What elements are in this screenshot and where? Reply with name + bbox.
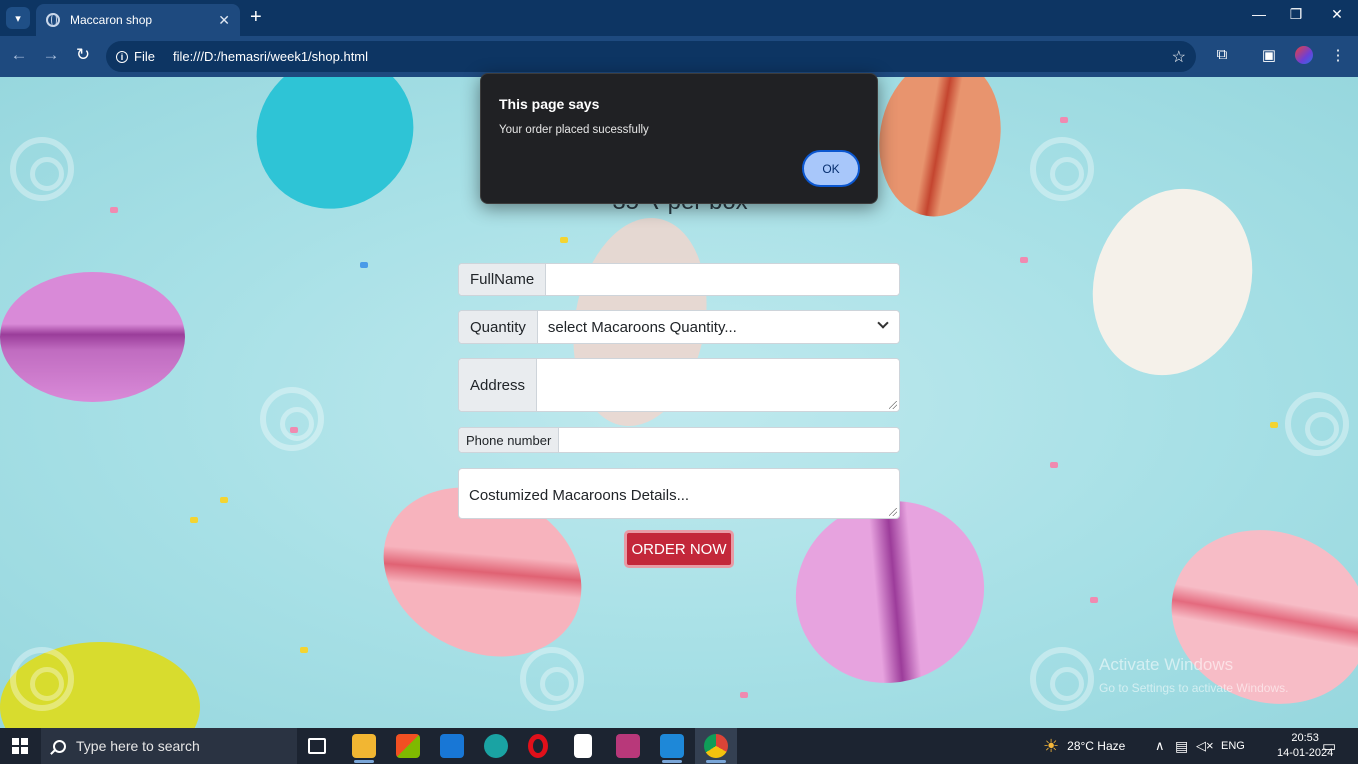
windows-start-icon[interactable] <box>12 738 28 754</box>
vscode-icon[interactable] <box>660 734 684 763</box>
watermark-logo-icon <box>520 647 584 711</box>
sprinkle <box>220 497 228 503</box>
quantity-label: Quantity <box>459 311 538 343</box>
fullname-group: FullName <box>458 263 900 296</box>
activate-windows-subtitle: Go to Settings to activate Windows. <box>1099 681 1289 695</box>
resize-grip-icon[interactable] <box>889 508 897 516</box>
phone-label: Phone number <box>459 428 560 452</box>
windows-taskbar: Type here to search ☀ 28°C Haze ∧ ▤ ◁× E… <box>0 728 1358 764</box>
opera-icon[interactable] <box>528 734 548 758</box>
sprinkle <box>1270 422 1278 428</box>
sprinkle <box>1020 257 1028 263</box>
macaron-purple-image <box>0 272 185 402</box>
watermark-logo-icon <box>1030 137 1094 201</box>
microsoft-store-icon[interactable] <box>396 734 420 758</box>
globe-icon <box>46 13 60 27</box>
forward-icon[interactable]: → <box>40 45 62 65</box>
phone-input[interactable] <box>559 428 899 452</box>
restore-icon[interactable]: ❐ <box>1284 6 1308 23</box>
weather-widget[interactable]: ☀ 28°C Haze <box>1043 728 1125 764</box>
chrome-icon[interactable] <box>704 734 728 763</box>
notepad-icon[interactable] <box>574 734 592 758</box>
back-icon[interactable]: ← <box>8 45 30 65</box>
weather-text: 28°C Haze <box>1067 739 1126 753</box>
sprinkle <box>740 692 748 698</box>
address-group: Address <box>458 358 900 412</box>
chevron-down-icon <box>877 317 889 329</box>
notifications-icon[interactable]: ▭ <box>1322 728 1336 764</box>
sprinkle <box>360 262 368 268</box>
sprinkle <box>1050 462 1058 468</box>
quantity-select[interactable]: select Macaroons Quantity... <box>537 311 899 343</box>
address-textarea[interactable] <box>537 359 899 411</box>
side-panel-icon[interactable]: ▣ <box>1259 46 1279 66</box>
alert-message: Your order placed sucessfully <box>499 124 649 136</box>
haze-weather-icon: ☀ <box>1043 735 1060 756</box>
menu-dots-icon[interactable]: ⋮ <box>1328 46 1348 66</box>
network-icon[interactable]: ▤ <box>1175 728 1188 764</box>
sprinkle <box>300 647 308 653</box>
bookmark-star-icon[interactable]: ☆ <box>1172 47 1186 67</box>
quantity-group: Quantity select Macaroons Quantity... <box>458 310 900 344</box>
fullname-label: FullName <box>459 264 547 295</box>
phone-group: Phone number <box>458 427 900 453</box>
sprinkle <box>1090 597 1098 603</box>
extensions-icon[interactable]: ⧉ <box>1212 46 1232 66</box>
reload-icon[interactable]: ↻ <box>72 45 94 65</box>
activate-windows-title: Activate Windows <box>1099 655 1234 674</box>
close-window-icon[interactable]: ✕ <box>1325 6 1349 23</box>
search-icon <box>53 739 66 753</box>
alert-dialog: This page says Your order placed sucessf… <box>480 73 878 204</box>
fullname-input[interactable] <box>546 264 899 295</box>
show-hidden-icons-icon[interactable]: ∧ <box>1155 728 1165 764</box>
tab-search-button[interactable]: ▾ <box>6 7 30 29</box>
custom-details-placeholder: Costumized Macaroons Details... <box>469 487 690 504</box>
profile-avatar[interactable] <box>1295 46 1313 64</box>
watermark-logo-icon <box>10 137 74 201</box>
alert-title: This page says <box>499 96 600 112</box>
language-indicator[interactable]: ENG <box>1221 728 1245 764</box>
watermark-logo-icon <box>1030 647 1094 711</box>
tab-maccaron-shop[interactable]: Maccaron shop ✕ <box>36 4 240 36</box>
wps-office-icon[interactable] <box>616 734 640 758</box>
order-now-button[interactable]: ORDER NOW <box>624 530 734 568</box>
watermark-logo-icon <box>10 647 74 711</box>
file-explorer-icon[interactable] <box>352 734 376 763</box>
address-label: Address <box>459 359 538 411</box>
custom-details-textarea[interactable]: Costumized Macaroons Details... <box>458 468 900 519</box>
address-bar[interactable]: i File file:///D:/hemasri/week1/shop.htm… <box>106 41 1196 72</box>
watermark-logo-icon <box>260 387 324 451</box>
site-info-label: File <box>134 49 155 64</box>
watermark-logo-icon <box>1285 392 1349 456</box>
new-tab-button[interactable]: + <box>250 6 262 28</box>
minimize-icon[interactable]: — <box>1247 6 1271 22</box>
sprinkle <box>560 237 568 243</box>
macaron-orange-image <box>867 77 1013 227</box>
close-tab-icon[interactable]: ✕ <box>218 12 230 29</box>
quantity-selected-value: select Macaroons Quantity... <box>547 318 737 336</box>
sprinkle <box>110 207 118 213</box>
activate-windows-watermark: Activate Windows Go to Settings to activ… <box>1099 655 1288 695</box>
browser-toolbar: ← → ↻ i File file:///D:/hemasri/week1/sh… <box>0 36 1358 77</box>
sprinkle <box>1060 117 1068 123</box>
macaron-blue-image <box>226 77 444 240</box>
volume-muted-icon[interactable]: ◁× <box>1196 728 1214 764</box>
resize-grip-icon[interactable] <box>889 401 897 409</box>
taskbar-search-placeholder: Type here to search <box>76 738 200 754</box>
site-info-button[interactable]: i File <box>116 49 165 64</box>
sprinkle <box>190 517 198 523</box>
url-text[interactable]: file:///D:/hemasri/week1/shop.html <box>173 49 368 64</box>
mail-icon[interactable] <box>440 734 464 758</box>
alert-ok-button[interactable]: OK <box>802 150 860 187</box>
taskbar-search-box[interactable]: Type here to search <box>41 728 297 764</box>
macaron-white-image <box>1067 166 1278 398</box>
info-icon: i <box>116 50 128 63</box>
tab-title: Maccaron shop <box>70 13 153 27</box>
task-view-icon[interactable] <box>308 738 326 754</box>
tab-strip: ▾ Maccaron shop ✕ + — ❐ ✕ <box>0 0 1358 36</box>
edge-icon[interactable] <box>484 734 508 758</box>
